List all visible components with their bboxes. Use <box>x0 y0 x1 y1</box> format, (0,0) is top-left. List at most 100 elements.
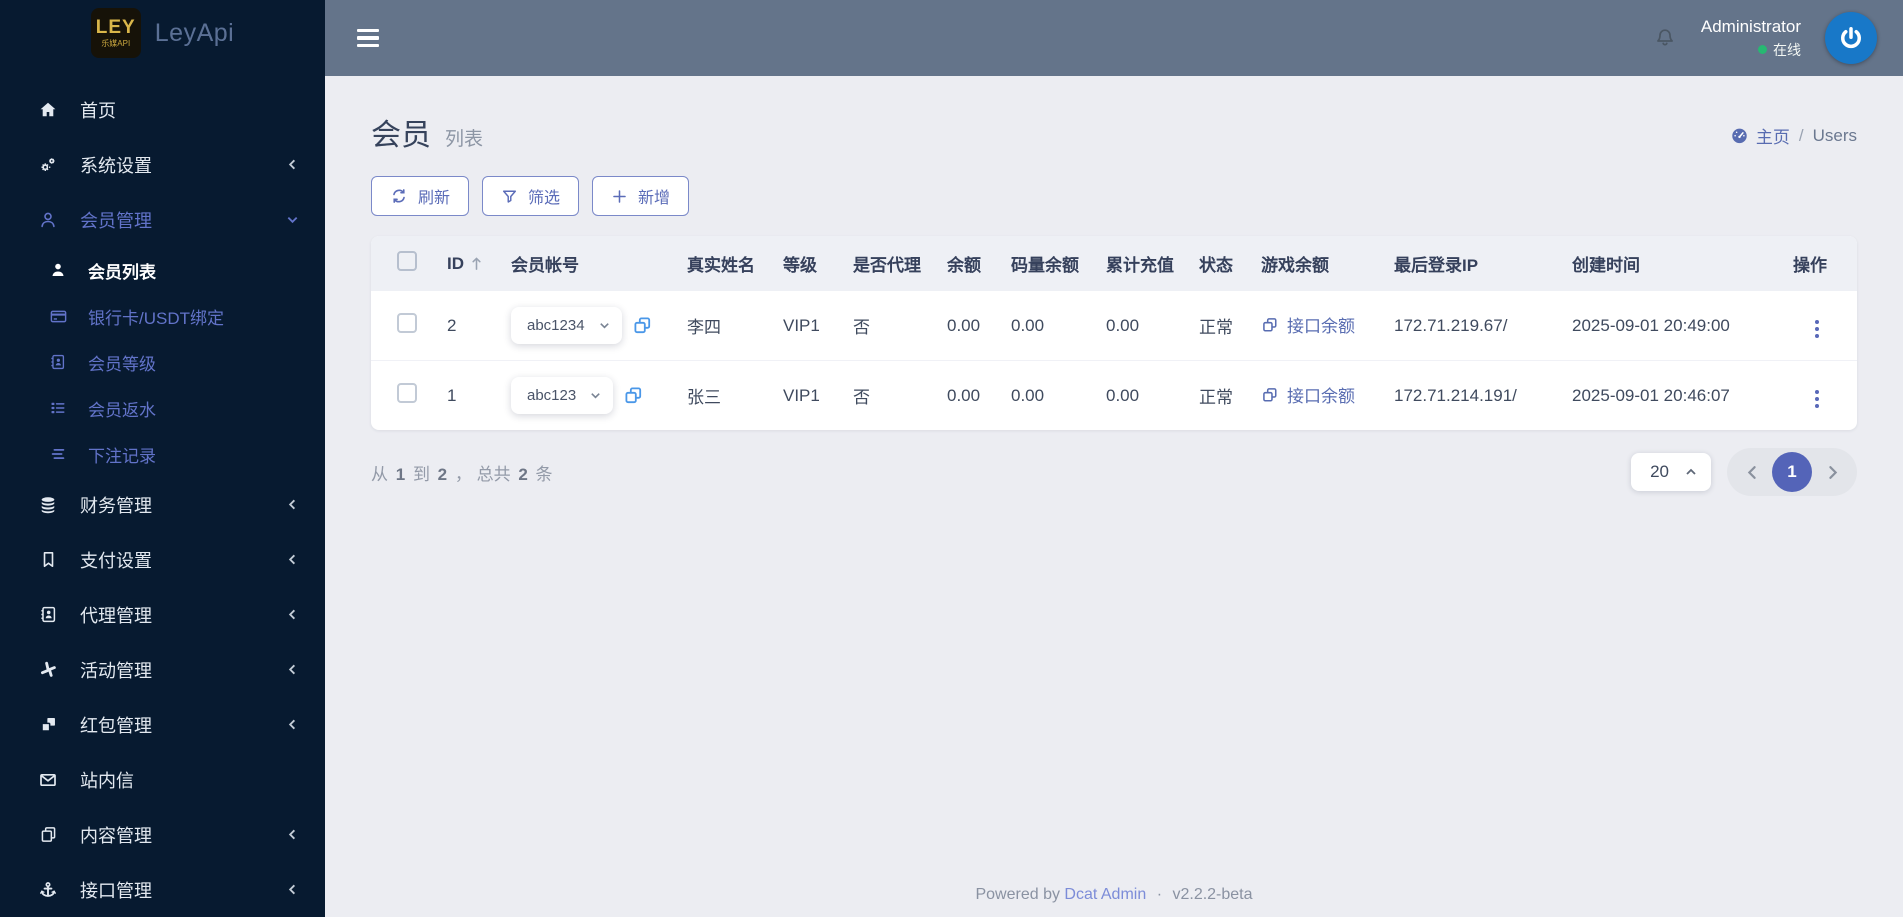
page-subtitle: 列表 <box>445 129 484 150</box>
copy-account-icon[interactable] <box>623 385 644 406</box>
sidebar-item-label: 会员等级 <box>88 354 156 374</box>
account-select-value: abc1234 <box>527 317 585 334</box>
row-actions-menu[interactable] <box>1807 315 1827 343</box>
sidebar-item-member-level[interactable]: 会员等级 <box>0 339 325 385</box>
select-all-checkbox[interactable] <box>397 251 417 271</box>
sidebar-item-system-settings[interactable]: 系统设置 <box>0 137 325 192</box>
envelope-icon <box>36 770 60 790</box>
cell-balance: 0.00 <box>947 385 981 405</box>
sidebar-menu: 首页 系统设置 会员管理 会员列表 银行卡/USDT绑定 会员等级 会员返水 下… <box>0 66 325 917</box>
copy-account-icon[interactable] <box>632 315 653 336</box>
chevron-left-icon <box>286 553 299 566</box>
breadcrumb-home-label: 主页 <box>1755 128 1790 147</box>
breadcrumb-current: Users <box>1812 125 1857 145</box>
filter-button[interactable]: 筛选 <box>482 176 580 216</box>
avatar[interactable] <box>1825 12 1877 64</box>
cell-level: VIP1 <box>783 315 820 335</box>
cell-status: 正常 <box>1199 318 1233 337</box>
prev-page-button[interactable] <box>1736 464 1768 481</box>
cell-status: 正常 <box>1199 388 1233 407</box>
filter-icon <box>501 188 518 205</box>
dcat-admin-link[interactable]: Dcat Admin <box>1064 886 1146 903</box>
column-header-total-recharge: 累计充值 <box>1106 256 1174 275</box>
brand-logo-badge: LEY 乐媒API <box>90 8 141 58</box>
sidebar-item-label: 会员列表 <box>88 262 156 282</box>
members-table: ID 会员帐号 真实姓名 等级 是否代理 余额 码量余额 累计充值 状态 游戏余… <box>371 236 1857 430</box>
cell-id: 1 <box>447 385 457 405</box>
column-header-balance: 余额 <box>947 256 981 275</box>
table-header-row: ID 会员帐号 真实姓名 等级 是否代理 余额 码量余额 累计充值 状态 游戏余… <box>371 236 1857 291</box>
bell-icon[interactable] <box>1653 26 1677 50</box>
sidebar-item-agent-management[interactable]: 代理管理 <box>0 587 325 642</box>
sidebar-item-label: 内容管理 <box>80 825 152 846</box>
cell-code-balance: 0.00 <box>1011 315 1045 335</box>
sidebar-item-member-rebate[interactable]: 会员返水 <box>0 385 325 431</box>
refresh-button[interactable]: 刷新 <box>371 176 470 216</box>
chevron-left-icon <box>286 608 299 621</box>
sidebar-item-label: 红包管理 <box>80 715 152 736</box>
api-balance-link[interactable]: 接口余额 <box>1261 382 1355 407</box>
page-size-select[interactable]: 20 <box>1631 453 1711 491</box>
sidebar-item-bet-records[interactable]: 下注记录 <box>0 431 325 477</box>
sidebar-item-activity-management[interactable]: 活动管理 <box>0 642 325 697</box>
row-checkbox[interactable] <box>397 313 417 333</box>
pagination: 1 <box>1727 448 1857 496</box>
row-checkbox[interactable] <box>397 383 417 403</box>
api-balance-label: 接口余额 <box>1287 387 1355 407</box>
toolbar: 刷新 筛选 新增 <box>371 176 1857 216</box>
sidebar-item-redpacket-management[interactable]: 红包管理 <box>0 697 325 752</box>
sidebar-item-label: 站内信 <box>80 770 134 791</box>
pagination-summary: 从 1 到 2 ， 总共 2 条 <box>371 464 553 484</box>
sidebar-item-label: 下注记录 <box>88 446 156 466</box>
content-area: 会员 列表 主页 / Users 刷新 筛选 新增 ID 会员帐号 真实姓名 等… <box>325 76 1903 917</box>
sidebar-item-member-management[interactable]: 会员管理 <box>0 192 325 247</box>
sidebar-item-label: 银行卡/USDT绑定 <box>88 308 224 328</box>
brand-logo-text: LEY <box>95 17 136 38</box>
list-icon <box>46 399 70 417</box>
sidebar-item-payment-settings[interactable]: 支付设置 <box>0 532 325 587</box>
next-page-button[interactable] <box>1816 464 1848 481</box>
cell-real-name: 张三 <box>687 388 721 407</box>
brand-logo-subtext: 乐媒API <box>101 39 131 48</box>
sidebar-item-finance-management[interactable]: 财务管理 <box>0 477 325 532</box>
column-header-actions: 操作 <box>1793 256 1827 275</box>
account-select[interactable]: abc1234 <box>511 307 622 344</box>
sidebar-item-member-list[interactable]: 会员列表 <box>0 247 325 293</box>
current-page-button[interactable]: 1 <box>1772 452 1812 492</box>
sidebar-toggle-button[interactable] <box>351 23 385 54</box>
create-button[interactable]: 新增 <box>592 176 690 216</box>
brand-logo[interactable]: LEY 乐媒API LeyApi <box>0 0 325 66</box>
page-size-value: 20 <box>1650 462 1669 481</box>
row-actions-menu[interactable] <box>1807 385 1827 413</box>
api-balance-link[interactable]: 接口余额 <box>1261 312 1355 337</box>
sort-asc-icon[interactable] <box>470 256 483 271</box>
column-header-last-login-ip: 最后登录IP <box>1394 256 1479 275</box>
column-header-real-name: 真实姓名 <box>687 256 755 275</box>
footer: Powered by Dcat Admin · v2.2.2-beta <box>371 872 1857 917</box>
credit-card-icon <box>46 307 70 326</box>
cell-is-agent: 否 <box>853 388 870 407</box>
breadcrumb-home-link[interactable]: 主页 <box>1730 123 1790 148</box>
sidebar-item-site-messages[interactable]: 站内信 <box>0 752 325 807</box>
footer-separator: · <box>1156 886 1163 903</box>
sidebar-item-content-management[interactable]: 内容管理 <box>0 807 325 862</box>
chevron-down-icon <box>598 319 611 332</box>
user-menu[interactable]: Administrator 在线 <box>1701 17 1801 60</box>
chevron-up-icon <box>1684 465 1698 479</box>
create-button-label: 新增 <box>638 190 671 207</box>
chevron-left-icon <box>286 498 299 511</box>
pager-zone: 20 1 <box>1631 448 1857 496</box>
sidebar-item-bank-usdt-binding[interactable]: 银行卡/USDT绑定 <box>0 293 325 339</box>
cell-real-name: 李四 <box>687 318 721 337</box>
page-header: 会员 列表 主页 / Users <box>371 110 1857 154</box>
admin-app: LEY 乐媒API LeyApi 首页 系统设置 会员管理 会员列表 银行卡/U… <box>0 0 1903 917</box>
user-name: Administrator <box>1700 16 1801 36</box>
app-name: LeyApi <box>154 18 235 47</box>
sidebar-item-label: 活动管理 <box>80 660 152 681</box>
dashboard-icon <box>1730 126 1749 145</box>
sidebar-item-api-management[interactable]: 接口管理 <box>0 862 325 917</box>
account-select[interactable]: abc123 <box>511 377 614 414</box>
cell-id: 2 <box>447 315 457 335</box>
sidebar-item-home[interactable]: 首页 <box>0 82 325 137</box>
stream-icon <box>46 445 70 463</box>
